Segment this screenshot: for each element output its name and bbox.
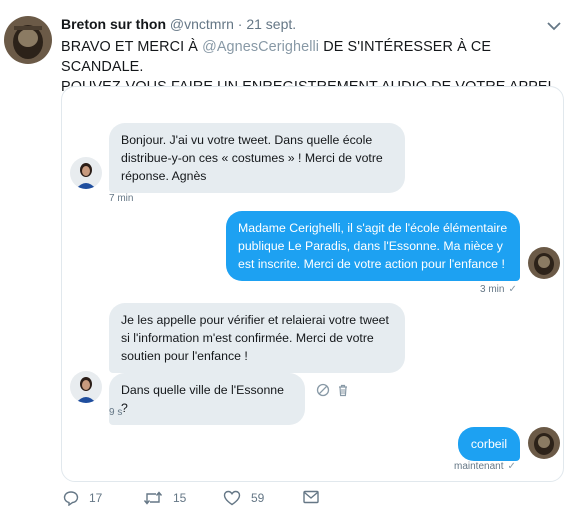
author-name[interactable]: Breton sur thon xyxy=(61,16,166,32)
reply-icon xyxy=(63,491,79,506)
message-bubble-outgoing[interactable]: Madame Cerighelli, il s'agit de l'école … xyxy=(226,211,520,281)
message-bubble-incoming[interactable]: Bonjour. J'ai vu votre tweet. Dans quell… xyxy=(109,123,405,193)
message-time-outgoing: maintenant ✓ xyxy=(454,461,516,472)
reply-count: 17 xyxy=(89,491,103,505)
like-count: 59 xyxy=(251,491,265,505)
like-button[interactable]: 59 xyxy=(223,490,264,506)
mention-link[interactable]: @AgnesCerighelli xyxy=(202,39,319,55)
message-time: 7 min xyxy=(109,193,134,204)
message-bubble-incoming[interactable]: Je les appelle pour vérifier et relaiera… xyxy=(109,303,405,373)
user-avatar xyxy=(528,427,560,459)
tweet-text-line1: BRAVO ET MERCI À @AgnesCerighelli DE S'I… xyxy=(61,39,492,75)
tweet-header: Breton sur thon @vnctmrn · 21 sept. xyxy=(61,16,296,32)
envelope-icon xyxy=(303,490,319,504)
tweet: Breton sur thon @vnctmrn · 21 sept. BRAV… xyxy=(0,0,567,521)
tweet-actions: 17 15 59 xyxy=(61,490,361,514)
contact-avatar xyxy=(70,157,102,189)
separator-dot: · xyxy=(237,16,243,32)
direct-message-button[interactable] xyxy=(303,490,319,504)
report-icon[interactable] xyxy=(316,383,330,397)
heart-icon xyxy=(223,490,241,506)
reply-button[interactable]: 17 xyxy=(63,490,102,506)
sent-check-icon: ✓ xyxy=(507,461,516,472)
author-avatar[interactable] xyxy=(4,16,52,64)
retweet-count: 15 xyxy=(173,491,187,505)
sent-check-icon: ✓ xyxy=(508,284,517,295)
contact-avatar xyxy=(70,371,102,403)
chevron-down-icon[interactable] xyxy=(547,18,561,31)
retweet-button[interactable]: 15 xyxy=(143,490,186,506)
message-bubble-outgoing[interactable]: corbeil xyxy=(458,427,520,461)
user-avatar xyxy=(528,247,560,279)
trash-icon[interactable] xyxy=(336,383,350,397)
message-bubble-incoming[interactable]: Dans quelle ville de l'Essonne ? xyxy=(109,373,305,425)
dm-screenshot-card[interactable]: Bonjour. J'ai vu votre tweet. Dans quell… xyxy=(61,86,564,482)
tweet-date[interactable]: 21 sept. xyxy=(246,16,296,32)
retweet-icon xyxy=(143,491,163,505)
author-handle[interactable]: @vnctmrn xyxy=(170,16,234,32)
message-time: 9 s xyxy=(109,407,123,418)
message-time-outgoing: 3 min ✓ xyxy=(480,284,517,295)
